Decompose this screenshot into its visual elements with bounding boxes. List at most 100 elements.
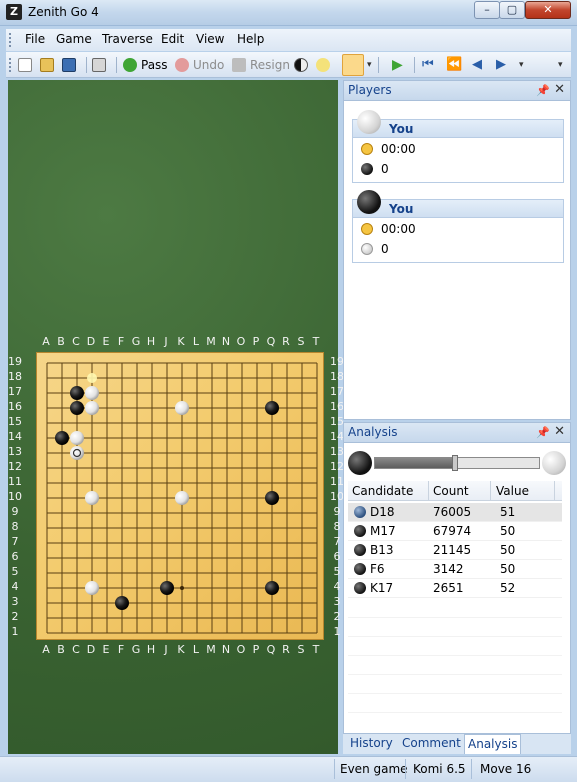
close-window-button[interactable]: ✕ xyxy=(525,1,571,19)
go-board[interactable] xyxy=(36,352,324,640)
print-icon[interactable] xyxy=(92,56,110,74)
column-label-bottom: D xyxy=(86,643,96,656)
board-grid[interactable] xyxy=(37,353,325,641)
white-stone xyxy=(175,491,189,505)
row-label-right: 4 xyxy=(333,580,341,593)
close-icon[interactable]: ✕ xyxy=(554,82,565,97)
resign-button[interactable]: Resign xyxy=(232,56,290,74)
column-value[interactable]: Value xyxy=(496,484,529,498)
column-count[interactable]: Count xyxy=(433,484,469,498)
tab-analysis[interactable]: Analysis xyxy=(464,734,522,754)
candidate-count: 2651 xyxy=(433,581,464,595)
row-label-left: 4 xyxy=(11,580,19,593)
next-move-icon[interactable]: ▶ xyxy=(496,56,506,74)
tab-comment[interactable]: Comment xyxy=(399,736,464,754)
black-stone xyxy=(160,581,174,595)
tab-history[interactable]: History xyxy=(347,736,396,754)
minimize-button[interactable]: – xyxy=(474,1,500,19)
column-label-top: P xyxy=(252,335,260,348)
captures-stone-icon xyxy=(361,243,373,255)
row-label-left: 13 xyxy=(8,445,22,458)
undo-icon xyxy=(175,58,189,72)
menu-traverse[interactable]: Traverse xyxy=(102,32,153,46)
candidate-stone-icon xyxy=(354,563,366,575)
candidate-stone-icon xyxy=(354,525,366,537)
row-label-right: 15 xyxy=(330,415,344,428)
previous-move-icon[interactable]: ◀ xyxy=(472,56,482,74)
toolbar-chevron-icon[interactable]: ▾ xyxy=(558,56,563,74)
row-label-right: 3 xyxy=(333,595,341,608)
candidate-stone-icon xyxy=(354,582,366,594)
candidate-value: 50 xyxy=(500,524,516,538)
analysis-toggle-icon[interactable] xyxy=(342,54,364,76)
column-label-top: L xyxy=(192,335,200,348)
menu-edit[interactable]: Edit xyxy=(161,32,184,46)
column-label-top: H xyxy=(146,335,156,348)
black-stone xyxy=(265,581,279,595)
undo-label: Undo xyxy=(193,58,225,72)
table-row[interactable]: B13 21145 50 xyxy=(348,541,562,560)
column-label-bottom: L xyxy=(192,643,200,656)
open-folder-icon[interactable] xyxy=(40,56,58,74)
candidate-move: K17 xyxy=(370,581,394,595)
row-label-right: 7 xyxy=(333,535,341,548)
row-label-left: 8 xyxy=(11,520,19,533)
hint-marker xyxy=(87,373,97,383)
undo-button[interactable]: Undo xyxy=(175,56,224,74)
menu-help[interactable]: Help xyxy=(237,32,264,46)
black-stone xyxy=(265,401,279,415)
candidate-table-header: Candidate Count Value xyxy=(348,481,562,501)
pass-button[interactable]: Pass xyxy=(123,56,168,74)
black-stone xyxy=(70,386,84,400)
stones-icon[interactable] xyxy=(294,56,312,74)
save-icon[interactable] xyxy=(62,56,80,74)
column-label-bottom: E xyxy=(102,643,110,656)
clock-icon xyxy=(361,143,373,155)
table-row[interactable]: F6 3142 50 xyxy=(348,560,562,579)
star-point xyxy=(180,586,184,590)
pass-label: Pass xyxy=(141,58,168,72)
column-candidate[interactable]: Candidate xyxy=(352,484,413,498)
check-icon xyxy=(123,58,137,72)
table-row[interactable]: M17 67974 50 xyxy=(348,522,562,541)
close-icon[interactable]: ✕ xyxy=(554,424,565,439)
white-stone xyxy=(70,446,84,460)
column-label-bottom: O xyxy=(236,643,246,656)
player-name-strip: You xyxy=(353,120,563,138)
hint-bulb-icon[interactable] xyxy=(316,56,334,74)
new-file-icon[interactable] xyxy=(18,56,36,74)
toolbar-separator xyxy=(378,57,379,73)
maximize-button[interactable]: ▢ xyxy=(499,1,525,19)
nav-overflow-icon[interactable]: ▾ xyxy=(519,56,524,74)
analysis-panel-title: Analysis xyxy=(348,425,398,439)
toolbar-grip-icon[interactable] xyxy=(9,58,11,72)
row-label-left: 17 xyxy=(8,385,22,398)
status-game-type: Even game xyxy=(340,762,408,776)
menu-bar: File Game Traverse Edit View Help xyxy=(6,29,571,51)
candidate-stone-icon xyxy=(354,544,366,556)
row-label-left: 16 xyxy=(8,400,22,413)
play-icon[interactable]: ▶ xyxy=(392,56,403,74)
white-stone xyxy=(85,401,99,415)
table-row[interactable]: D18 76005 51 xyxy=(348,503,562,522)
black-stone xyxy=(115,596,129,610)
first-move-icon[interactable]: ⏮ xyxy=(422,56,434,74)
menu-grip-icon[interactable] xyxy=(9,33,11,47)
toolbar-overflow-icon[interactable]: ▾ xyxy=(367,56,372,74)
row-label-left: 1 xyxy=(11,625,19,638)
pin-icon[interactable]: 📌 xyxy=(536,84,550,97)
menu-game[interactable]: Game xyxy=(56,32,92,46)
players-panel-header: Players 📌 ✕ xyxy=(344,81,570,101)
player-card-white: You 00:00 0 xyxy=(352,110,564,183)
win-rate-fill xyxy=(375,458,455,468)
column-label-bottom: A xyxy=(42,643,50,656)
table-row[interactable]: K17 2651 52 xyxy=(348,579,562,598)
column-separator xyxy=(490,481,491,501)
menu-view[interactable]: View xyxy=(196,32,224,46)
pin-icon[interactable]: 📌 xyxy=(536,426,550,439)
row-label-right: 10 xyxy=(330,490,344,503)
column-label-top: B xyxy=(57,335,65,348)
white-stone xyxy=(85,491,99,505)
rewind-icon[interactable]: ⏪ xyxy=(446,56,462,74)
menu-file[interactable]: File xyxy=(25,32,45,46)
